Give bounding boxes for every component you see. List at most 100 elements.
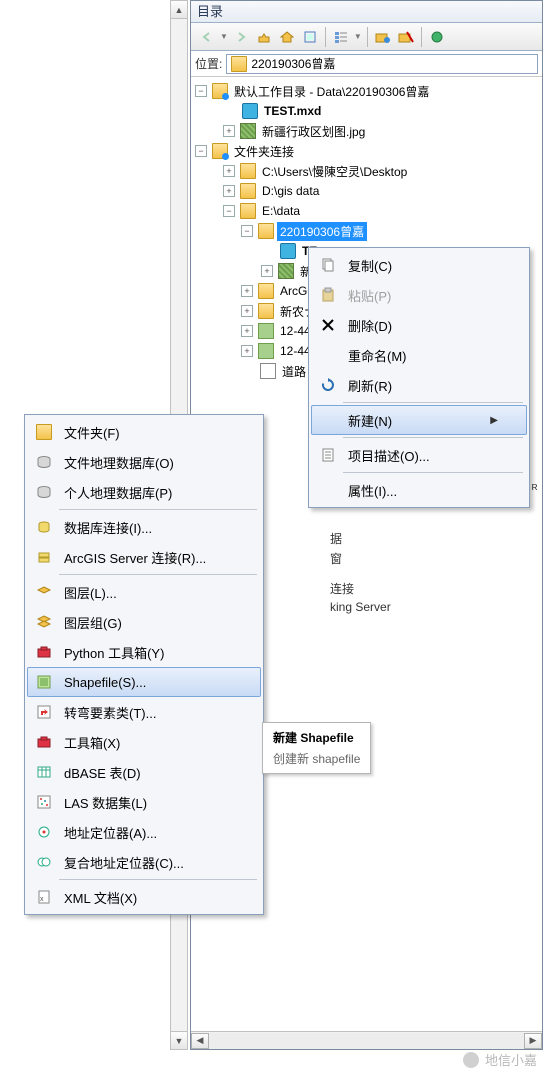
dropdown-icon[interactable]: ▼ [354,32,362,41]
expander-plus-icon[interactable]: + [241,345,253,357]
menu-new-composite-locator[interactable]: 复合地址定位器(C)... [27,847,261,877]
menu-new-python-toolbox[interactable]: Python 工具箱(Y) [27,637,261,667]
menu-label: 文件夹(F) [64,423,120,442]
grid-icon [258,343,274,359]
expander-minus-icon[interactable]: − [195,145,207,157]
expander-plus-icon[interactable]: + [241,305,253,317]
tree-item[interactable]: + 新疆行政区划图.jpg [195,121,542,141]
menu-separator [343,437,523,438]
menu-new-toolbox[interactable]: 工具箱(X) [27,727,261,757]
menu-new-pgdb[interactable]: 个人地理数据库(P) [27,477,261,507]
new-submenu: 文件夹(F) 文件地理数据库(O) 个人地理数据库(P) 数据库连接(I)...… [24,414,264,915]
toggle-button[interactable] [300,27,320,47]
peek-text: 连接 [330,580,354,597]
nav-back-button[interactable] [197,27,217,47]
menu-new-las-dataset[interactable]: LAS 数据集(L) [27,787,261,817]
submenu-arrow-icon: ▶ [490,415,498,426]
tree-folder-connections[interactable]: − 文件夹连接 [195,141,542,161]
catalog-h-scrollbar[interactable]: ◀ ▶ [191,1031,542,1049]
menu-new-dbase-table[interactable]: dBASE 表(D) [27,757,261,787]
menu-new-xml[interactable]: x XML 文档(X) [27,882,261,912]
tree-item[interactable]: + C:\Users\慢陳空灵\Desktop [195,161,542,181]
blank-icon [318,410,338,430]
menu-rename[interactable]: 重命名(M) [311,340,527,370]
menu-separator [59,509,257,510]
menu-refresh[interactable]: 刷新(R) [311,370,527,400]
dbase-icon [34,762,54,782]
menu-new-address-locator[interactable]: 地址定位器(A)... [27,817,261,847]
expander-minus-icon[interactable]: − [223,205,235,217]
svg-text:x: x [40,896,44,903]
menu-separator [59,879,257,880]
tree-root[interactable]: − 默认工作目录 - Data\220190306曾嘉 [195,81,542,101]
menu-label: 复制(C) [348,256,392,275]
expander-plus-icon[interactable]: + [223,125,235,137]
db-connection-icon [34,517,54,537]
menu-label: 新建(N) [348,411,392,430]
toolbar-separator [325,27,326,47]
menu-new-dbconn[interactable]: 数据库连接(I)... [27,512,261,542]
expander-plus-icon[interactable]: + [223,185,235,197]
folder-icon [258,303,274,319]
nav-forward-button[interactable] [231,27,251,47]
folder-icon [240,183,256,199]
connect-folder-button[interactable] [373,27,393,47]
mxd-icon [280,243,296,259]
dropdown-icon[interactable]: ▼ [220,32,228,41]
peek-text: ᴿ [532,482,537,496]
scroll-left-button[interactable]: ◀ [191,1033,209,1049]
tree-label: 道路 [279,362,309,381]
layer-group-icon [34,612,54,632]
menu-properties[interactable]: 属性(I)... [311,475,527,505]
xml-icon: x [34,887,54,907]
tree-item[interactable]: − E:\data [195,201,542,221]
menu-label: Shapefile(S)... [64,675,146,690]
expander-plus-icon[interactable]: + [241,285,253,297]
menu-copy[interactable]: 复制(C) [311,250,527,280]
tree-label: C:\Users\慢陳空灵\Desktop [259,162,410,181]
menu-new-group-layer[interactable]: 图层组(G) [27,607,261,637]
menu-delete[interactable]: 删除(D) [311,310,527,340]
menu-new-shapefile[interactable]: Shapefile(S)... [27,667,261,697]
menu-new-layer[interactable]: 图层(L)... [27,577,261,607]
toolbar-separator [367,27,368,47]
watermark-icon [463,1052,479,1068]
menu-new-folder[interactable]: 文件夹(F) [27,417,261,447]
expander-minus-icon[interactable]: − [195,85,207,97]
up-level-button[interactable] [254,27,274,47]
scroll-down-button[interactable]: ▼ [171,1031,187,1049]
menu-new-fgdb[interactable]: 文件地理数据库(O) [27,447,261,477]
scroll-track[interactable] [209,1033,524,1049]
expander-plus-icon[interactable]: + [223,165,235,177]
disconnect-folder-button[interactable] [396,27,416,47]
folder-icon [258,283,274,299]
menu-new[interactable]: 新建(N) ▶ [311,405,527,435]
composite-locator-icon [34,852,54,872]
menu-new-ags-connection[interactable]: ArcGIS Server 连接(R)... [27,542,261,572]
scroll-right-button[interactable]: ▶ [524,1033,542,1049]
tree-label: D:\gis data [259,183,322,199]
watermark-text: 地信小嘉 [485,1050,537,1069]
menu-label: 复合地址定位器(C)... [64,853,184,872]
location-field[interactable]: 220190306曾嘉 [226,54,538,74]
scroll-up-button[interactable]: ▲ [171,1,187,19]
tree-item[interactable]: + D:\gis data [195,181,542,201]
menu-label: 工具箱(X) [64,733,120,752]
menu-item-description[interactable]: 项目描述(O)... [311,440,527,470]
menu-paste[interactable]: 粘贴(P) [311,280,527,310]
home-folder-icon [212,83,228,99]
menu-label: dBASE 表(D) [64,763,141,782]
expander-plus-icon[interactable]: + [241,325,253,337]
expander-minus-icon[interactable]: − [241,225,253,237]
tree-label: 新疆行政区划图.jpg [259,122,368,141]
home-button[interactable] [277,27,297,47]
view-menu-button[interactable] [331,27,351,47]
catalog-panel-title: 目录 [191,1,542,23]
location-label: 位置: [195,55,222,72]
expander-plus-icon[interactable]: + [261,265,273,277]
tree-item-selected[interactable]: − 220190306曾嘉 [195,221,542,241]
menu-new-turn-featureclass[interactable]: 转弯要素类(T)... [27,697,261,727]
tree-item[interactable]: TEST.mxd [195,101,542,121]
menu-label: 地址定位器(A)... [64,823,157,842]
gis-server-button[interactable] [427,27,447,47]
